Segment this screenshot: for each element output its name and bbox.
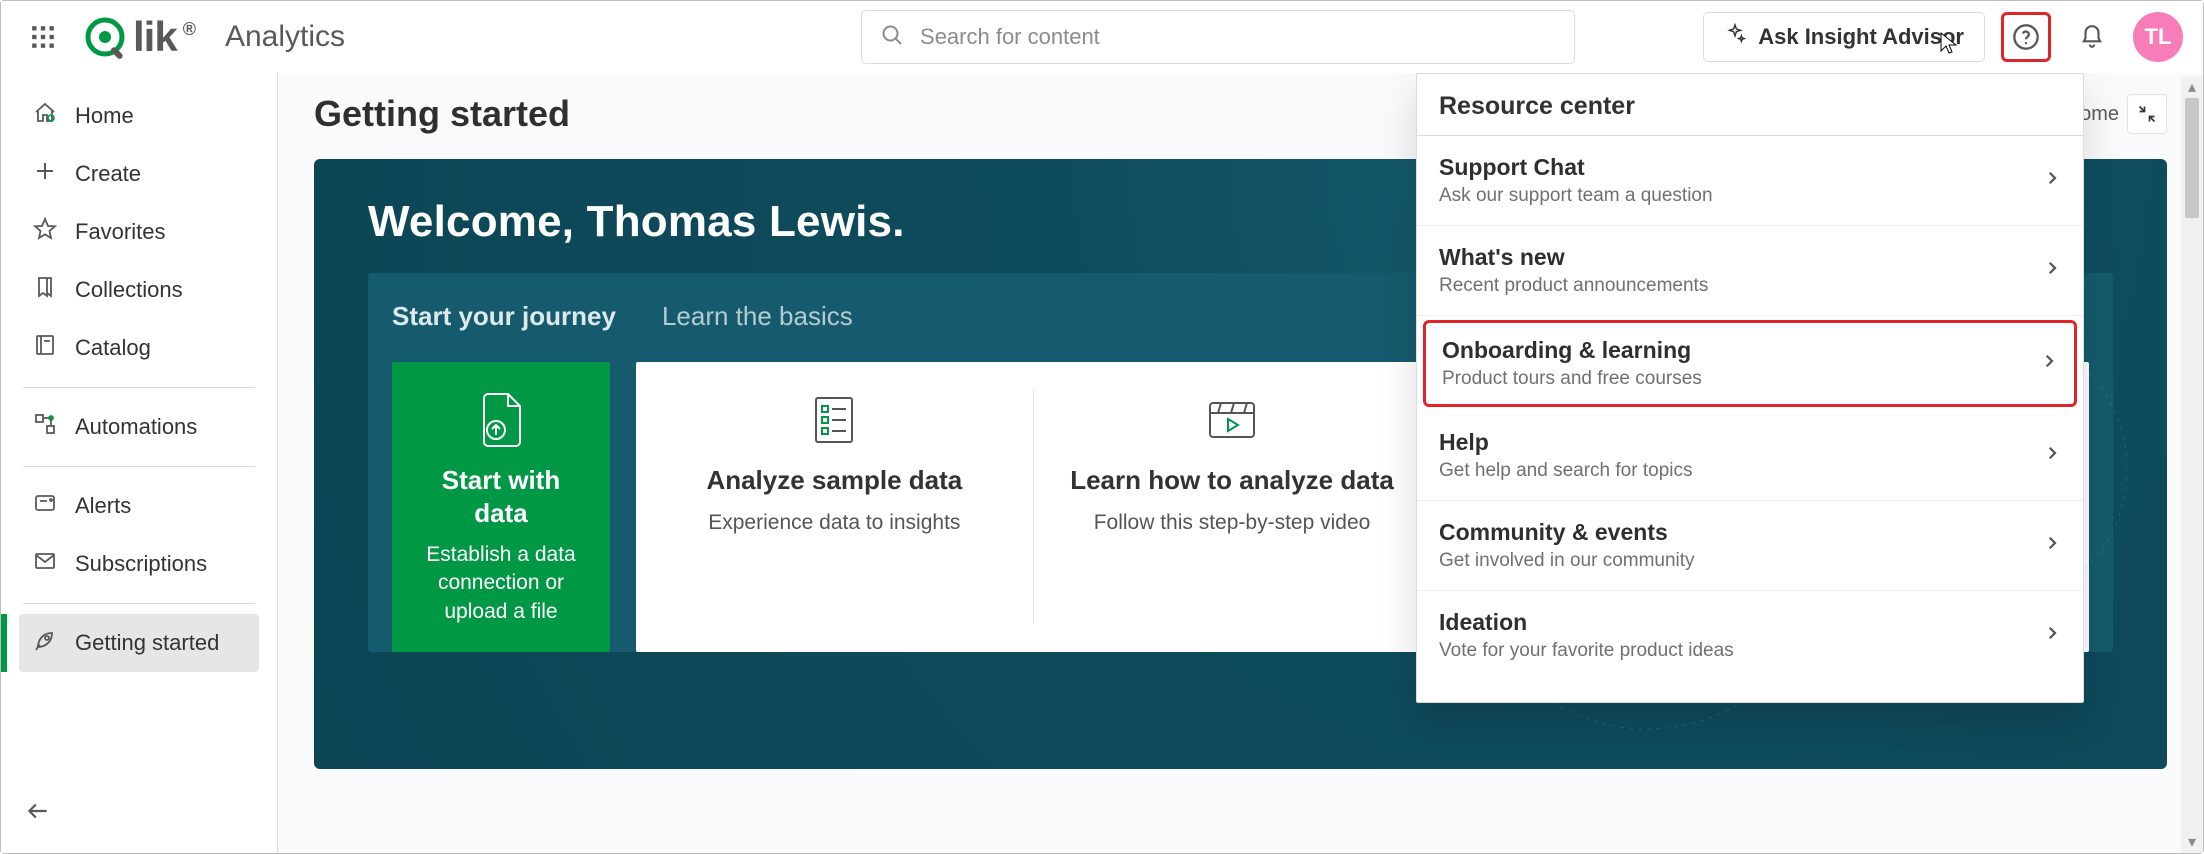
help-icon xyxy=(2012,23,2040,51)
sparkle-icon xyxy=(1724,23,1746,51)
scrollbar-thumb[interactable] xyxy=(2185,98,2199,218)
card-start-with-data[interactable]: Start with data Establish a data connect… xyxy=(392,362,610,652)
catalog-icon xyxy=(33,333,57,363)
search-icon xyxy=(880,23,904,52)
compress-icon xyxy=(2137,104,2157,124)
card-title: Learn how to analyze data xyxy=(1070,464,1394,497)
collapse-hero-button[interactable] xyxy=(2127,94,2167,134)
card-learn-analyze[interactable]: Learn how to analyze data Follow this st… xyxy=(1034,362,1431,652)
brand-section: lik ® Analytics xyxy=(81,13,345,61)
chevron-right-icon xyxy=(2043,259,2061,282)
collapse-sidebar-icon[interactable] xyxy=(25,811,51,828)
sidebar-item-favorites[interactable]: Favorites xyxy=(19,203,259,261)
automations-icon xyxy=(33,412,57,442)
resource-item-title: Support Chat xyxy=(1439,154,2033,181)
tab-start-journey[interactable]: Start your journey xyxy=(392,301,616,338)
resource-item-help[interactable]: Help Get help and search for topics xyxy=(1417,411,2083,501)
top-bar: lik ® Analytics Ask Insight Advisor TL xyxy=(1,1,2203,73)
sidebar-item-create[interactable]: Create xyxy=(19,145,259,203)
card-title: Analyze sample data xyxy=(706,464,962,497)
chevron-right-icon xyxy=(2043,534,2061,557)
sidebar-item-collections[interactable]: Collections xyxy=(19,261,259,319)
resource-item-community[interactable]: Community & events Get involved in our c… xyxy=(1417,501,2083,591)
resource-item-title: Help xyxy=(1439,429,2033,456)
tab-learn-basics[interactable]: Learn the basics xyxy=(662,301,853,338)
sidebar-item-label: Favorites xyxy=(75,219,165,245)
avatar[interactable]: TL xyxy=(2133,12,2183,62)
scroll-up-icon[interactable]: ▴ xyxy=(2181,76,2203,98)
resource-item-title: Onboarding & learning xyxy=(1442,337,2030,364)
ask-insight-advisor-label: Ask Insight Advisor xyxy=(1758,24,1964,50)
main-content: Getting started Hide welcome Welcome, Th… xyxy=(278,73,2203,853)
sidebar-item-alerts[interactable]: Alerts xyxy=(19,477,259,535)
sidebar-item-label: Create xyxy=(75,161,141,187)
file-upload-icon xyxy=(474,388,528,452)
resource-item-desc: Recent product announcements xyxy=(1439,275,2033,297)
card-desc: Experience data to insights xyxy=(708,509,960,537)
sidebar-item-label: Alerts xyxy=(75,493,131,519)
chevron-right-icon xyxy=(2040,352,2058,375)
chevron-right-icon xyxy=(2043,169,2061,192)
page-title: Getting started xyxy=(314,93,570,135)
sidebar-item-catalog[interactable]: Catalog xyxy=(19,319,259,377)
collections-icon xyxy=(33,275,57,305)
resource-item-ideation[interactable]: Ideation Vote for your favorite product … xyxy=(1417,591,2083,680)
chevron-right-icon xyxy=(2043,444,2061,467)
help-button[interactable] xyxy=(2001,12,2051,62)
alerts-icon xyxy=(33,491,57,521)
resource-item-desc: Product tours and free courses xyxy=(1442,368,2030,390)
body: Home Create Favorites Collections Catalo… xyxy=(1,73,2203,853)
plus-icon xyxy=(33,159,57,189)
resource-item-title: What's new xyxy=(1439,244,2033,271)
rocket-icon xyxy=(33,628,57,658)
vertical-scrollbar[interactable]: ▴ ▾ xyxy=(2181,76,2203,853)
ask-insight-advisor-button[interactable]: Ask Insight Advisor xyxy=(1703,12,1985,62)
app-launcher-icon[interactable] xyxy=(21,15,65,59)
card-desc: Follow this step-by-step video xyxy=(1094,509,1371,537)
sidebar-item-home[interactable]: Home xyxy=(19,87,259,145)
resource-center-title: Resource center xyxy=(1417,74,2083,136)
mail-icon xyxy=(33,549,57,579)
resource-item-title: Community & events xyxy=(1439,519,2033,546)
notifications-button[interactable] xyxy=(2067,12,2117,62)
video-icon xyxy=(1204,388,1260,452)
chevron-right-icon xyxy=(2043,624,2061,647)
sidebar-item-automations[interactable]: Automations xyxy=(19,398,259,456)
resource-item-desc: Get involved in our community xyxy=(1439,550,2033,572)
search-input[interactable] xyxy=(918,23,1556,51)
sidebar-item-getting-started[interactable]: Getting started xyxy=(19,614,259,672)
sidebar-item-subscriptions[interactable]: Subscriptions xyxy=(19,535,259,593)
sidebar-item-label: Catalog xyxy=(75,335,151,361)
sidebar-item-label: Collections xyxy=(75,277,183,303)
checklist-icon xyxy=(806,388,862,452)
home-icon xyxy=(33,101,57,131)
resource-item-title: Ideation xyxy=(1439,609,2033,636)
app-name: Analytics xyxy=(225,20,345,54)
resource-item-support-chat[interactable]: Support Chat Ask our support team a ques… xyxy=(1417,136,2083,226)
qlik-logo[interactable]: lik ® xyxy=(81,13,195,61)
star-icon xyxy=(33,217,57,247)
sidebar-item-label: Home xyxy=(75,103,134,129)
scroll-down-icon[interactable]: ▾ xyxy=(2181,831,2203,853)
resource-center-popover: Resource center Support Chat Ask our sup… xyxy=(1416,73,2084,703)
sidebar: Home Create Favorites Collections Catalo… xyxy=(1,73,278,853)
avatar-initials: TL xyxy=(2145,24,2172,50)
card-desc: Establish a data connection or upload a … xyxy=(414,541,588,626)
resource-item-desc: Get help and search for topics xyxy=(1439,460,2033,482)
resource-item-desc: Ask our support team a question xyxy=(1439,185,2033,207)
card-title: Start with data xyxy=(414,464,588,529)
sidebar-item-label: Getting started xyxy=(75,630,219,656)
resource-item-desc: Vote for your favorite product ideas xyxy=(1439,640,2033,662)
resource-item-whats-new[interactable]: What's new Recent product announcements xyxy=(1417,226,2083,316)
bell-icon xyxy=(2079,24,2105,50)
global-search[interactable] xyxy=(861,10,1575,64)
card-analyze-sample[interactable]: Analyze sample data Experience data to i… xyxy=(636,362,1033,652)
sidebar-item-label: Automations xyxy=(75,414,197,440)
sidebar-item-label: Subscriptions xyxy=(75,551,207,577)
resource-item-onboarding[interactable]: Onboarding & learning Product tours and … xyxy=(1423,320,2077,407)
